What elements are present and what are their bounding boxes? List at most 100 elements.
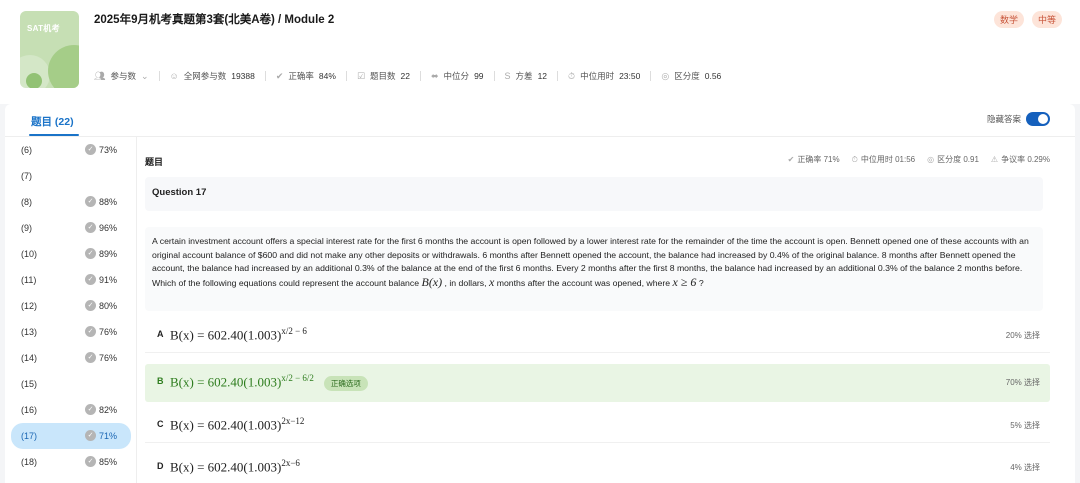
question-number: (18) [21, 457, 38, 467]
question-accuracy: ✔ 正确率 71% [787, 155, 840, 164]
question-accuracy: 85% [99, 457, 118, 467]
question-number: (13) [21, 327, 38, 337]
check-circle-icon: ✓ [85, 248, 96, 259]
question-accuracy: 71% [99, 431, 118, 441]
chevron-down-icon: ⌄ [140, 70, 149, 81]
discrimination-label: 区分度 [674, 71, 700, 81]
question-accuracy: 80% [99, 301, 118, 311]
hide-answer-control: 隐藏答案 [987, 112, 1050, 126]
question-accuracy: 73% [99, 145, 118, 155]
people-icon: 👥︎ [94, 70, 106, 81]
question-number: (11) [21, 275, 37, 285]
check-circle-icon: ✓ [85, 144, 96, 155]
question-accuracy: 89% [99, 249, 118, 259]
question-number: (15) [21, 379, 38, 389]
timer-icon: ⏱ [851, 155, 858, 164]
question-number: (12) [21, 301, 38, 311]
check-circle-icon: ✔ [275, 70, 284, 81]
question-list-item[interactable]: (17) ✓ 71% [11, 423, 131, 449]
participants-dropdown[interactable]: 👥︎ 参与数 ⌄ [94, 70, 149, 82]
question-number: (9) [21, 223, 32, 233]
median-icon: ⬌ [431, 70, 439, 81]
tab-questions[interactable]: 题目 (22) [31, 114, 74, 129]
difficulty-badge: 中等 [1031, 11, 1062, 28]
warning-icon: ⚠ [990, 155, 999, 164]
option-letter: C [157, 419, 164, 429]
content-panel: 题目 (22) 隐藏答案 (6) ✓ 73% (7) (8) ✓ 88% (9) ✓ 96% (10… [5, 104, 1075, 483]
question-list-item[interactable]: (6) ✓ 73% [11, 137, 131, 163]
question-list-item[interactable]: (12) ✓ 80% [11, 293, 131, 319]
accuracy-stat: ✔ 正确率 84% [276, 70, 336, 82]
question-count-stat: ☑ 题目数 22 [357, 70, 410, 82]
question-discrimination: ◎ 区分度 0.91 [927, 155, 979, 164]
question-list-item[interactable]: (15) [11, 371, 131, 397]
variance-icon: S [504, 71, 511, 81]
question-accuracy: 88% [99, 197, 118, 207]
active-tab-indicator [29, 134, 79, 136]
check-circle-icon: ✓ [85, 430, 96, 441]
correct-answer-tag: 正确选项 [323, 375, 368, 391]
option-d[interactable]: D B(x) = 602.40(1.003)2x−6 4% 选择 [145, 449, 1050, 483]
question-number: (8) [21, 197, 32, 207]
question-list-item[interactable]: (11) ✓ 91% [11, 267, 131, 293]
check-circle-icon: ✓ [85, 222, 96, 233]
question-number: (7) [21, 171, 32, 181]
question-list-item[interactable]: (9) ✓ 96% [11, 215, 131, 241]
question-accuracy: 76% [99, 327, 118, 337]
option-selection-rate: 20% 选择 [1005, 331, 1040, 340]
option-formula: B(x) = 602.40(1.003)x/2 − 6 [170, 326, 307, 343]
question-list-item[interactable]: (14) ✓ 76% [11, 345, 131, 371]
check-circle-icon: ✔ [787, 155, 795, 164]
participants-label: 参与数 [110, 71, 136, 81]
option-a[interactable]: A B(x) = 602.40(1.003)x/2 − 6 20% 选择 [145, 317, 1050, 353]
badge-group: 数学 中等 [993, 11, 1062, 28]
person-icon: ☺ [169, 71, 179, 81]
median-time-stat: ⏱ 中位用时 23:50 [568, 70, 640, 82]
option-formula: B(x) = 602.40(1.003)x/2 − 6/2正确选项 [170, 373, 368, 391]
target-icon: ◎ [661, 70, 670, 81]
question-label: Question 17 [152, 187, 207, 198]
check-circle-icon: ✓ [85, 274, 96, 285]
variance-label: 方差 [515, 71, 533, 81]
median-time-label: 中位用时 [580, 71, 615, 81]
question-median-time: ⏱ 中位用时 01:56 [851, 155, 916, 164]
hide-answer-label: 隐藏答案 [986, 114, 1021, 124]
accuracy-label: 正确率 [288, 71, 314, 81]
math-condition: x ≥ 6 [672, 274, 697, 289]
option-c[interactable]: C B(x) = 602.40(1.003)2x−12 5% 选择 [145, 407, 1050, 443]
question-count-label: 题目数 [370, 71, 396, 81]
check-circle-icon: ✓ [85, 404, 96, 415]
option-letter: A [157, 329, 164, 339]
option-selection-rate: 70% 选择 [1005, 378, 1040, 387]
question-section-title: 题目 [145, 157, 164, 167]
question-controversy: ⚠ 争议率 0.29% [990, 155, 1050, 164]
variance-stat: S 方差 12 [505, 70, 548, 82]
discrimination-value: 0.56 [704, 71, 722, 81]
discrimination-stat: ◎ 区分度 0.56 [661, 70, 721, 82]
median-value: 99 [474, 71, 484, 81]
check-circle-icon: ✓ [85, 326, 96, 337]
option-formula: B(x) = 602.40(1.003)2x−6 [170, 458, 300, 475]
question-list-item[interactable]: (13) ✓ 76% [11, 319, 131, 345]
median-label: 中位分 [443, 71, 470, 81]
question-accuracy: 96% [99, 223, 118, 233]
checkbox-icon: ☑ [356, 70, 366, 81]
median-time-value: 23:50 [619, 71, 641, 81]
question-list: (6) ✓ 73% (7) (8) ✓ 88% (9) ✓ 96% (10) ✓ 89% (11) ✓ 91%… [11, 137, 131, 475]
question-accuracy: 76% [99, 353, 118, 363]
option-b[interactable]: B B(x) = 602.40(1.003)x/2 − 6/2正确选项 70% 选择 [145, 364, 1050, 402]
hide-answer-toggle[interactable] [1026, 112, 1050, 126]
question-number: (14) [21, 353, 38, 363]
median-stat: ⬌ 中位分 99 [431, 70, 484, 82]
question-list-item[interactable]: (10) ✓ 89% [11, 241, 131, 267]
question-number: (16) [21, 405, 38, 415]
question-list-item[interactable]: (8) ✓ 88% [11, 189, 131, 215]
question-list-item[interactable]: (7) [11, 163, 131, 189]
check-circle-icon: ✓ [85, 196, 96, 207]
question-stem: A certain investment account offers a sp… [145, 227, 1043, 311]
option-letter: B [157, 376, 164, 386]
question-list-item[interactable]: (16) ✓ 82% [11, 397, 131, 423]
cover-label: SAT机考 [27, 24, 60, 33]
question-list-item[interactable]: (18) ✓ 85% [11, 449, 131, 475]
all-participants-label: 全网参与数 [183, 71, 227, 81]
